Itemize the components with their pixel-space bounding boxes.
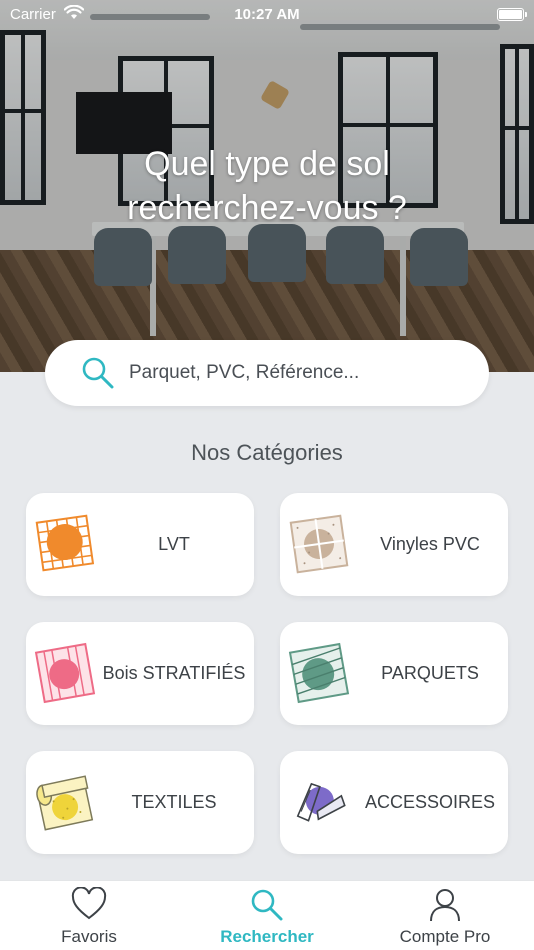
tab-label: Rechercher bbox=[220, 927, 314, 946]
search-bar[interactable] bbox=[45, 340, 489, 406]
category-label: LVT bbox=[158, 534, 190, 554]
status-bar: Carrier 10:27 AM bbox=[0, 0, 534, 30]
vinyl-tile-icon bbox=[289, 514, 349, 574]
category-card-lvt[interactable]: LVT bbox=[26, 493, 254, 596]
tab-favoris[interactable]: Favoris bbox=[0, 881, 178, 950]
tab-label: Compte Pro bbox=[399, 927, 491, 946]
category-label: TEXTILES bbox=[131, 792, 217, 812]
category-card-vinyles-pvc[interactable]: Vinyles PVC bbox=[280, 493, 508, 596]
categories-title: Nos Catégories bbox=[191, 440, 343, 465]
category-card-parquets[interactable]: PARQUETS bbox=[280, 622, 508, 725]
category-card-textiles[interactable]: TEXTILES bbox=[26, 751, 254, 854]
accessories-icon bbox=[296, 782, 346, 822]
title-line-2: recherchez-vous ? bbox=[127, 189, 407, 227]
category-card-accessoires[interactable]: ACCESSOIRES bbox=[280, 751, 508, 854]
laminate-tile-icon bbox=[34, 642, 96, 704]
tab-bar: Favoris Rechercher Compte Pro bbox=[0, 880, 534, 950]
tab-rechercher[interactable]: Rechercher bbox=[178, 881, 356, 950]
tab-label: Favoris bbox=[61, 927, 117, 946]
battery-icon bbox=[497, 8, 527, 21]
category-label: PARQUETS bbox=[381, 663, 479, 683]
heart-icon bbox=[71, 887, 107, 920]
parquet-tile-icon bbox=[288, 642, 350, 704]
search-icon bbox=[82, 357, 114, 389]
category-label: ACCESSOIRES bbox=[364, 792, 496, 812]
search-input[interactable] bbox=[129, 358, 459, 388]
category-label: Bois STRATIFIÉS bbox=[102, 663, 246, 683]
tab-compte-pro[interactable]: Compte Pro bbox=[356, 881, 534, 950]
clock: 10:27 AM bbox=[234, 6, 300, 23]
category-card-bois-stratifies[interactable]: Bois STRATIFIÉS bbox=[26, 622, 254, 725]
user-icon bbox=[430, 889, 460, 922]
page-title: Quel type de sol recherchez-vous ? bbox=[0, 142, 534, 230]
title-line-1: Quel type de sol bbox=[144, 145, 390, 183]
lvt-tile-icon bbox=[35, 514, 95, 572]
search-icon bbox=[251, 889, 283, 921]
category-label: Vinyles PVC bbox=[380, 534, 480, 554]
textile-roll-icon bbox=[36, 775, 94, 831]
